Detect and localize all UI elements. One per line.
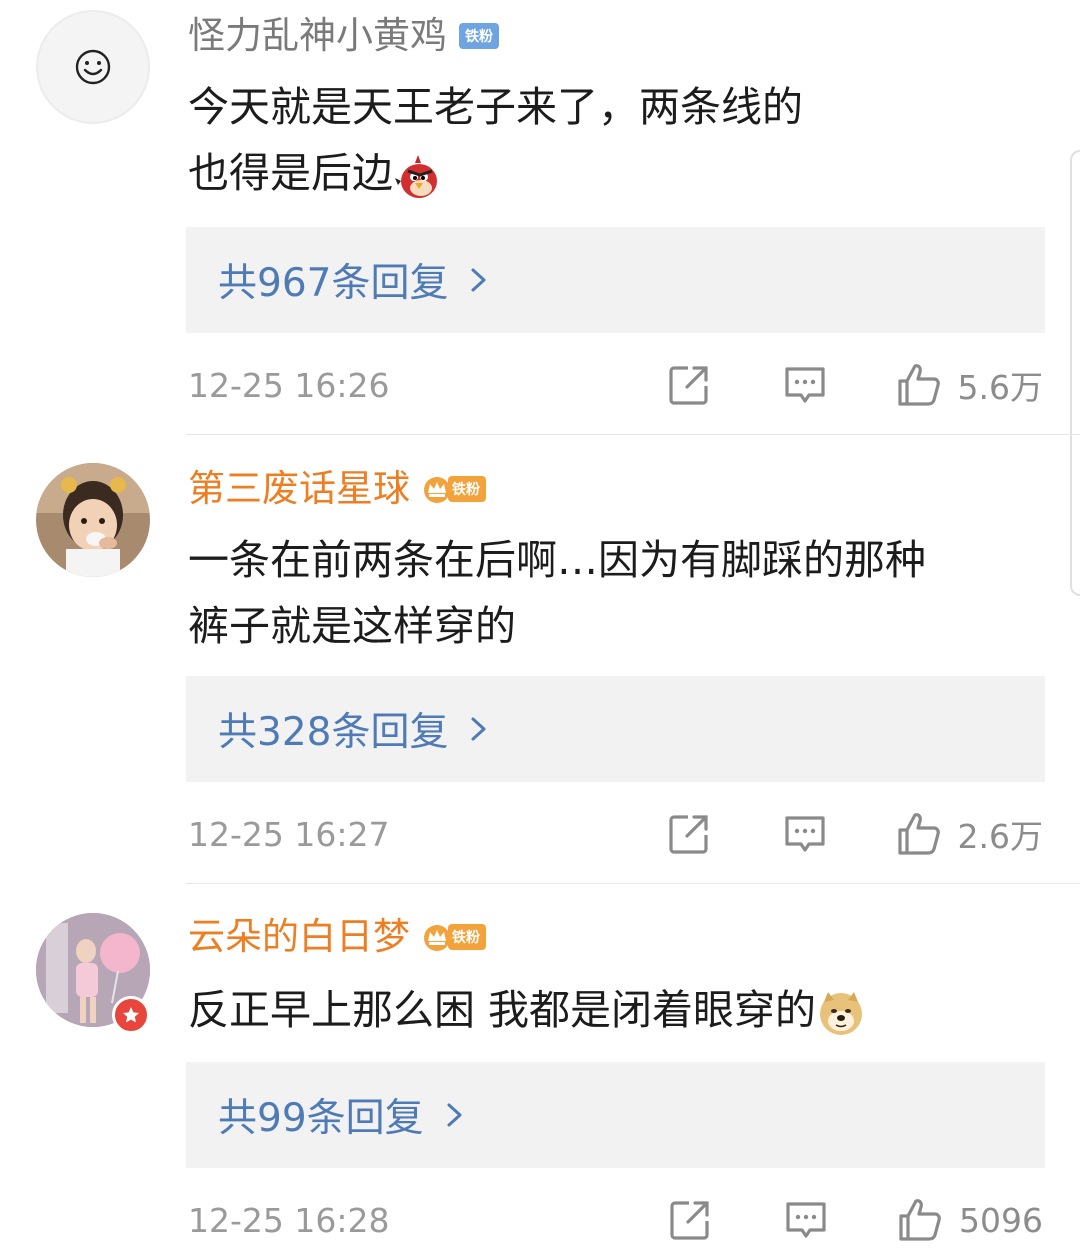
view-replies-button[interactable]: 共967条回复: [186, 227, 1045, 333]
comment-icon[interactable]: [782, 811, 828, 857]
share-icon[interactable]: [666, 362, 712, 408]
share-icon[interactable]: [666, 811, 712, 857]
comment-item: 第三废话星球 铁粉 一条在前两条在后啊…因为有脚踩的那种 裤子就是这样穿的 共3…: [0, 437, 1080, 884]
comment-icon[interactable]: [782, 362, 828, 408]
star-icon: [123, 1007, 139, 1023]
smiley-icon: [75, 49, 111, 85]
username-row: 怪力乱神小黄鸡 铁粉: [188, 14, 499, 58]
username[interactable]: 云朵的白日梦: [188, 915, 410, 959]
comment-meta: 12-25 16:27 2.6万: [188, 809, 1043, 859]
crown-icon: [424, 925, 450, 951]
username-row: 云朵的白日梦 铁粉: [188, 915, 486, 959]
comment-meta: 12-25 16:26 5.6万: [188, 360, 1043, 410]
view-replies-button[interactable]: 共328条回复: [186, 676, 1045, 782]
like-count: 2.6万: [957, 817, 1043, 856]
replies-count-label: 共99条回复: [218, 1096, 424, 1141]
angry-bird-emoji-icon: [395, 155, 437, 198]
share-icon[interactable]: [667, 1197, 713, 1243]
comment-item: 怪力乱神小黄鸡 铁粉 今天就是天王老子来了，两条线的 也得是后边 共967条回复…: [0, 0, 1080, 436]
crown-icon: [424, 477, 450, 503]
comment-text: 一条在前两条在后啊…因为有脚踩的那种 裤子就是这样穿的: [188, 536, 926, 650]
fan-badge: 铁粉: [459, 23, 499, 49]
comment-icon[interactable]: [783, 1197, 829, 1243]
child-photo-avatar: [36, 463, 150, 577]
vip-fan-badge: 铁粉: [422, 475, 486, 503]
action-bar: 5.6万: [666, 360, 1043, 410]
thumbs-up-icon[interactable]: [897, 1197, 943, 1243]
chevron-right-icon: [471, 717, 486, 741]
divider: [186, 883, 1080, 884]
vip-fan-badge: 铁粉: [422, 923, 486, 951]
comment-text: 反正早上那么困 我都是闭着眼穿的: [188, 977, 1048, 1043]
avatar[interactable]: [36, 463, 150, 577]
comment-item: 云朵的白日梦 铁粉 反正早上那么困 我都是闭着眼穿的 共99条回复 12-25 …: [0, 885, 1080, 1257]
doge-emoji-icon: [820, 992, 863, 1035]
username[interactable]: 第三废话星球: [188, 467, 410, 511]
comment-meta: 12-25 16:28 5096: [188, 1195, 1043, 1245]
action-bar: 5096: [667, 1195, 1043, 1245]
like-count: 5.6万: [957, 368, 1043, 407]
username-row: 第三废话星球 铁粉: [188, 467, 486, 511]
comment-text: 今天就是天王老子来了，两条线的 也得是后边: [188, 74, 1048, 206]
action-bar: 2.6万: [666, 809, 1043, 859]
chevron-right-icon: [447, 1103, 462, 1127]
divider: [186, 434, 1080, 435]
thumbs-up-icon[interactable]: [896, 811, 942, 857]
timestamp: 12-25 16:26: [188, 365, 390, 405]
replies-count-label: 共328条回复: [218, 710, 449, 755]
replies-count-label: 共967条回复: [218, 261, 449, 306]
view-replies-button[interactable]: 共99条回复: [186, 1062, 1045, 1168]
chevron-right-icon: [471, 268, 486, 292]
avatar[interactable]: [36, 10, 150, 124]
like-count: 5096: [959, 1200, 1043, 1240]
timestamp: 12-25 16:28: [188, 1200, 390, 1240]
username[interactable]: 怪力乱神小黄鸡: [188, 14, 447, 58]
verified-badge: [112, 996, 150, 1034]
thumbs-up-icon[interactable]: [896, 362, 942, 408]
timestamp: 12-25 16:27: [188, 814, 390, 854]
